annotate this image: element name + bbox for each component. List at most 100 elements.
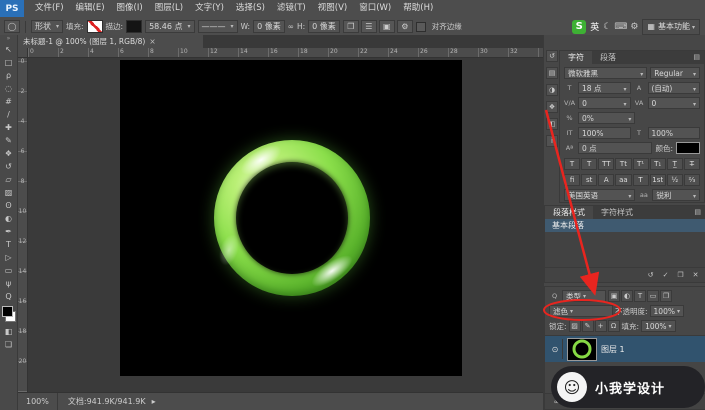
adjustments-panel-icon[interactable]: ◑ <box>546 84 558 96</box>
type-style-button[interactable]: T <box>581 158 597 170</box>
lock-all-icon[interactable]: Ω <box>608 320 620 332</box>
lock-pixels-icon[interactable]: ✎ <box>582 320 594 332</box>
opacity-field[interactable]: 100% <box>650 305 684 317</box>
ime-keyboard-icon[interactable]: ⌨ <box>614 22 627 32</box>
workspace-switcher[interactable]: ▦ 基本功能 <box>642 19 700 35</box>
font-style-select[interactable]: Regular <box>650 67 700 79</box>
opentype-feature-button[interactable]: ⅔ <box>684 174 700 186</box>
lasso-tool[interactable]: ρ <box>1 69 17 82</box>
rectangle-tool[interactable]: ▭ <box>1 264 17 277</box>
layer-filter-type-select[interactable]: 类型 <box>562 290 606 302</box>
stroke-width-field[interactable]: 58.46 点 <box>145 20 194 33</box>
horizontal-ruler[interactable]: 02468101214161820222426283032 <box>28 48 543 58</box>
type-style-button[interactable]: T̶ <box>684 158 700 170</box>
vertical-scale-field[interactable]: 100% <box>578 127 631 139</box>
eyedropper-tool[interactable]: / <box>1 108 17 121</box>
eraser-tool[interactable]: ▱ <box>1 173 17 186</box>
tab-character[interactable]: 字符 <box>560 51 592 64</box>
menu-item[interactable]: 视图(V) <box>312 0 353 17</box>
type-tool[interactable]: T <box>1 238 17 251</box>
opentype-feature-button[interactable]: fi <box>564 174 580 186</box>
leading-select[interactable]: (自动) <box>648 82 701 94</box>
pen-tool[interactable]: ✒ <box>1 225 17 238</box>
foreground-color-swatch[interactable] <box>2 306 13 317</box>
menu-item[interactable]: 帮助(H) <box>397 0 439 17</box>
vertical-ruler[interactable]: 02468101214161820 <box>18 58 28 392</box>
panel-menu-icon[interactable]: ▤ <box>689 51 704 64</box>
new-style-icon[interactable]: ❐ <box>674 270 687 281</box>
type-style-button[interactable]: T¹ <box>633 158 649 170</box>
stroke-type-select[interactable]: ——— <box>198 20 238 33</box>
lock-position-icon[interactable]: + <box>595 320 607 332</box>
color-panel-icon[interactable]: ◧ <box>546 118 558 130</box>
font-size-select[interactable]: 18 点 <box>578 82 631 94</box>
opentype-feature-button[interactable]: st <box>581 174 597 186</box>
menu-item[interactable]: 窗口(W) <box>353 0 397 17</box>
status-arrow-icon[interactable]: ▸ <box>152 397 156 406</box>
load-styles-icon[interactable]: ↺ <box>644 270 657 281</box>
stroke-color-swatch[interactable] <box>126 20 142 33</box>
tab-paragraph-styles[interactable]: 段落样式 <box>545 206 593 219</box>
color-swatches[interactable] <box>2 306 16 322</box>
ime-language-toggle[interactable]: 英 <box>590 20 599 33</box>
tracking-select[interactable]: 0 <box>648 97 700 109</box>
tab-character-styles[interactable]: 字符样式 <box>593 206 641 219</box>
zoom-tool[interactable]: Q <box>1 290 17 303</box>
delete-style-icon[interactable]: ✕ <box>689 270 702 281</box>
shape-layer-filter-icon[interactable]: ▭ <box>647 290 659 302</box>
type-style-button[interactable]: T₁ <box>650 158 666 170</box>
opentype-feature-button[interactable]: 1st <box>650 174 666 186</box>
ruler-origin[interactable] <box>18 48 28 58</box>
style-list-item[interactable]: 基本段落 <box>545 219 705 232</box>
menu-item[interactable]: 滤镜(T) <box>271 0 312 17</box>
move-tool[interactable]: ↖ <box>1 43 17 56</box>
styles-panel-icon[interactable]: ❖ <box>546 101 558 113</box>
menu-item[interactable]: 文件(F) <box>29 0 70 17</box>
canvas-area[interactable] <box>28 58 543 392</box>
menu-item[interactable]: 图层(L) <box>149 0 189 17</box>
link-dimensions-icon[interactable]: ∞ <box>288 22 294 31</box>
adjustment-layer-filter-icon[interactable]: ◐ <box>621 290 633 302</box>
smart-object-filter-icon[interactable]: ❐ <box>660 290 672 302</box>
brush-tool[interactable]: ✎ <box>1 134 17 147</box>
type-layer-filter-icon[interactable]: T <box>634 290 646 302</box>
path-operations-icon[interactable]: ❐ <box>343 20 359 33</box>
horizontal-scale-field[interactable]: 100% <box>648 127 701 139</box>
dodge-tool[interactable]: ◐ <box>1 212 17 225</box>
baseline-shift-field[interactable]: 0 点 <box>578 142 652 154</box>
document-canvas[interactable] <box>120 60 462 376</box>
crop-tool[interactable]: # <box>1 95 17 108</box>
rectangular-marquee-tool[interactable]: □ <box>1 56 17 69</box>
language-select[interactable]: 美国英语 <box>564 189 635 201</box>
font-family-select[interactable]: 微软雅黑 <box>564 67 647 79</box>
document-tab[interactable]: 未标题-1 @ 100% (图层 1, RGB/8) × <box>18 35 203 48</box>
ime-moon-icon[interactable]: ☾ <box>603 22 611 32</box>
path-align-icon[interactable]: ☰ <box>361 20 377 33</box>
blend-mode-select[interactable]: 滤色 <box>549 305 613 317</box>
gradient-tool[interactable]: ▨ <box>1 186 17 199</box>
anti-alias-select[interactable]: 锐利 <box>652 189 700 201</box>
history-brush-tool[interactable]: ↺ <box>1 160 17 173</box>
quick-selection-tool[interactable]: ◌ <box>1 82 17 95</box>
lock-transparent-icon[interactable]: ▨ <box>569 320 581 332</box>
hand-tool[interactable]: ψ <box>1 277 17 290</box>
panel-menu-icon[interactable]: ▤ <box>690 206 705 219</box>
opentype-feature-button[interactable]: ½ <box>667 174 683 186</box>
tool-mode-select[interactable]: 形状 <box>31 20 63 33</box>
sogou-ime-icon[interactable]: S <box>572 20 586 34</box>
ime-wrench-icon[interactable]: ⚙ <box>630 22 638 32</box>
tab-paragraph[interactable]: 段落 <box>592 51 624 64</box>
type-style-button[interactable]: TT <box>598 158 614 170</box>
toolbar-collapse-icon[interactable]: » <box>7 35 11 43</box>
shape-width-field[interactable]: 0 像素 <box>253 20 285 33</box>
quick-mask-tool[interactable]: ◧ <box>1 325 17 338</box>
menu-item[interactable]: 文字(Y) <box>189 0 230 17</box>
path-selection-tool[interactable]: ▷ <box>1 251 17 264</box>
clone-stamp-tool[interactable]: ❖ <box>1 147 17 160</box>
blur-tool[interactable]: ʘ <box>1 199 17 212</box>
path-arrange-icon[interactable]: ▣ <box>379 20 395 33</box>
healing-brush-tool[interactable]: ✚ <box>1 121 17 134</box>
fill-color-swatch[interactable] <box>87 20 103 33</box>
opentype-feature-button[interactable]: T <box>633 174 649 186</box>
properties-panel-icon[interactable]: ▤ <box>546 67 558 79</box>
